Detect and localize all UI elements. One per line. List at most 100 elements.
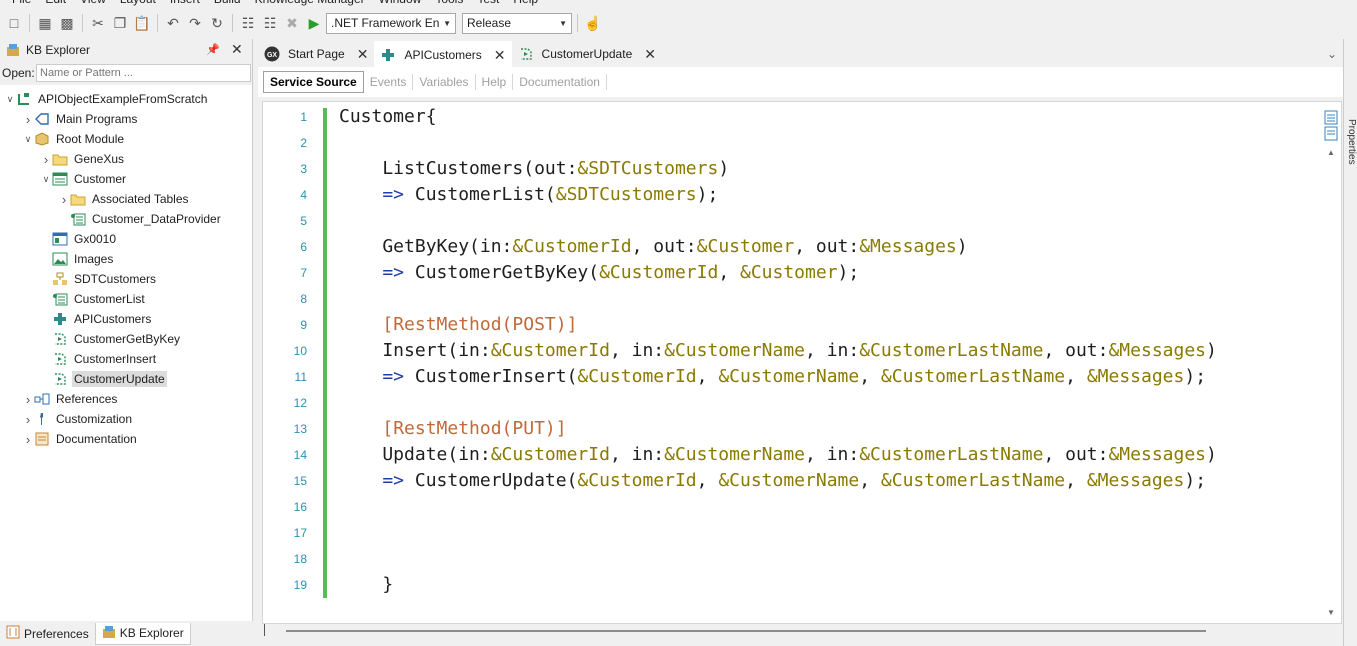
horizontal-scrollbar[interactable] <box>262 624 1342 638</box>
tree-item[interactable]: › Documentation <box>0 429 252 449</box>
tree-item[interactable]: ∨ Customer <box>0 169 252 189</box>
menu-item[interactable]: Help <box>513 0 538 8</box>
expand-chevron-icon[interactable]: › <box>22 392 34 407</box>
new-object-icon[interactable]: □ <box>4 13 24 33</box>
bottom-tab-kb-explorer[interactable]: KB Explorer <box>94 622 191 645</box>
code-line[interactable]: 9 [RestMethod(POST)] <box>300 312 1217 338</box>
code-line[interactable]: 14 Update(in:&CustomerId, in:&CustomerNa… <box>294 442 1217 468</box>
code-line[interactable]: 7 => CustomerGetByKey(&CustomerId, &Cust… <box>300 260 1217 286</box>
expand-chevron-icon[interactable]: › <box>58 192 70 207</box>
cut-icon[interactable]: ✂ <box>88 13 108 33</box>
tree-item[interactable]: Images <box>0 249 252 269</box>
subtab-help[interactable]: Help <box>476 74 514 90</box>
expand-chevron-icon[interactable]: › <box>22 432 34 447</box>
close-tab-icon[interactable]: ✕ <box>357 46 369 63</box>
menu-item[interactable]: Tools <box>435 0 463 8</box>
bottom-tab-preferences[interactable]: Preferences <box>0 623 95 645</box>
tree-item[interactable]: Customer_DataProvider <box>0 209 252 229</box>
code-text[interactable]: 1 Customer{2 3 ListCustomers(out:&SDTCusto… <box>294 104 1217 598</box>
code-line[interactable]: 4 => CustomerList(&SDTCustomers); <box>300 182 1217 208</box>
subtab-variables[interactable]: Variables <box>413 74 476 90</box>
code-line[interactable]: 2 <box>300 130 1217 156</box>
code-line[interactable]: 17 <box>294 520 1217 546</box>
tree-item[interactable]: › GeneXus <box>0 149 252 169</box>
tree-item[interactable]: Gx0010 <box>0 229 252 249</box>
tree-item[interactable]: CustomerUpdate <box>0 369 252 389</box>
vertical-scrollbar[interactable]: ▲ ▼ <box>1323 104 1339 622</box>
code-line[interactable]: 16 <box>294 494 1217 520</box>
pin-icon[interactable]: 📌 <box>206 43 220 56</box>
hand-pointer-icon[interactable]: ☝ <box>583 13 603 33</box>
tree-item[interactable]: ∨ APIObjectExampleFromScratch <box>0 89 252 109</box>
expand-chevron-icon[interactable]: › <box>22 112 34 127</box>
undo-icon[interactable]: ↶ <box>163 13 183 33</box>
refresh-icon[interactable]: ↻ <box>207 13 227 33</box>
code-line[interactable]: 3 ListCustomers(out:&SDTCustomers) <box>300 156 1217 182</box>
menu-item[interactable]: Build <box>214 0 241 8</box>
tree-item[interactable]: CustomerGetByKey <box>0 329 252 349</box>
menu-item[interactable]: Window <box>379 0 422 8</box>
properties-label[interactable]: Properties <box>1346 119 1357 165</box>
code-line[interactable]: 15 => CustomerUpdate(&CustomerId, &Custo… <box>294 468 1217 494</box>
collapse-chevron-icon[interactable]: ∨ <box>40 174 52 185</box>
tab-list-chevron-icon[interactable]: ⌄ <box>1327 47 1337 61</box>
code-line[interactable]: 19 } <box>294 572 1217 598</box>
code-line[interactable]: 11 => CustomerInsert(&CustomerId, &Custo… <box>295 364 1217 390</box>
menu-item[interactable]: Knowledge Manager <box>255 0 365 8</box>
tree-item[interactable]: › Associated Tables <box>0 189 252 209</box>
tree-item[interactable]: CustomerInsert <box>0 349 252 369</box>
code-line[interactable]: 10 Insert(in:&CustomerId, in:&CustomerNa… <box>294 338 1217 364</box>
close-icon[interactable]: ✕ <box>231 41 243 58</box>
menu-item[interactable]: File <box>12 0 31 8</box>
toolbar-separator <box>82 14 83 32</box>
expand-chevron-icon[interactable]: › <box>40 152 52 167</box>
tab-apicustomers[interactable]: APICustomers ✕ <box>374 41 512 67</box>
tree-item[interactable]: ∨ Root Module <box>0 129 252 149</box>
tree-item[interactable]: › Main Programs <box>0 109 252 129</box>
run-icon[interactable]: ▶ <box>304 13 324 33</box>
save-icon[interactable]: ▦ <box>35 13 55 33</box>
expand-chevron-icon[interactable]: › <box>22 412 34 427</box>
collapse-chevron-icon[interactable]: ∨ <box>22 134 34 145</box>
framework-select[interactable]: .NET Framework En ▼ <box>326 12 456 34</box>
menu-item[interactable]: Edit <box>45 0 66 8</box>
tree-item[interactable]: › Customization <box>0 409 252 429</box>
tab-start-page[interactable]: GX Start Page ✕ <box>258 41 375 67</box>
tree-item[interactable]: CustomerList <box>0 289 252 309</box>
redo-icon[interactable]: ↷ <box>185 13 205 33</box>
tree-item[interactable]: APICustomers <box>0 309 252 329</box>
code-line[interactable]: 18 <box>294 546 1217 572</box>
tree-item[interactable]: SDTCustomers <box>0 269 252 289</box>
build-icon[interactable]: ☷ <box>238 13 258 33</box>
menu-item[interactable]: Layout <box>120 0 156 8</box>
paste-icon[interactable]: 📋 <box>132 13 152 33</box>
subtab-documentation[interactable]: Documentation <box>513 74 607 90</box>
code-line[interactable]: 6 GetByKey(in:&CustomerId, out:&Customer… <box>300 234 1217 260</box>
code-editor[interactable]: 1 Customer{2 3 ListCustomers(out:&SDTCusto… <box>262 101 1342 624</box>
code-line[interactable]: 12 <box>294 390 1217 416</box>
rebuild-icon[interactable]: ☷ <box>260 13 280 33</box>
scroll-up-icon[interactable]: ▲ <box>1327 148 1335 157</box>
close-tab-icon[interactable]: ✕ <box>494 47 506 64</box>
close-tab-icon[interactable]: ✕ <box>644 46 656 63</box>
collapse-chevron-icon[interactable]: ∨ <box>4 94 16 105</box>
code-line[interactable]: 13 [RestMethod(PUT)] <box>294 416 1217 442</box>
tree-item[interactable]: › References <box>0 389 252 409</box>
configuration-select[interactable]: Release ▼ <box>462 12 572 34</box>
save-all-icon[interactable]: ▩ <box>57 13 77 33</box>
tab-customerupdate[interactable]: CustomerUpdate ✕ <box>511 41 662 67</box>
menu-item[interactable]: Test <box>477 0 499 8</box>
code-line[interactable]: 1 Customer{ <box>300 104 1217 130</box>
menu-item[interactable]: View <box>80 0 106 8</box>
scroll-thumb[interactable] <box>286 630 1206 632</box>
code-line[interactable]: 8 <box>300 286 1217 312</box>
properties-side-strip[interactable]: Properties <box>1343 39 1357 646</box>
menu-item[interactable]: Insert <box>170 0 200 8</box>
subtab-events[interactable]: Events <box>364 74 414 90</box>
open-pattern-input[interactable] <box>36 64 251 82</box>
copy-icon[interactable]: ❐ <box>110 13 130 33</box>
cancel-build-icon[interactable]: ✖ <box>282 13 302 33</box>
code-line[interactable]: 5 <box>300 208 1217 234</box>
scroll-down-icon[interactable]: ▼ <box>1327 608 1335 617</box>
subtab-service-source[interactable]: Service Source <box>263 71 364 93</box>
